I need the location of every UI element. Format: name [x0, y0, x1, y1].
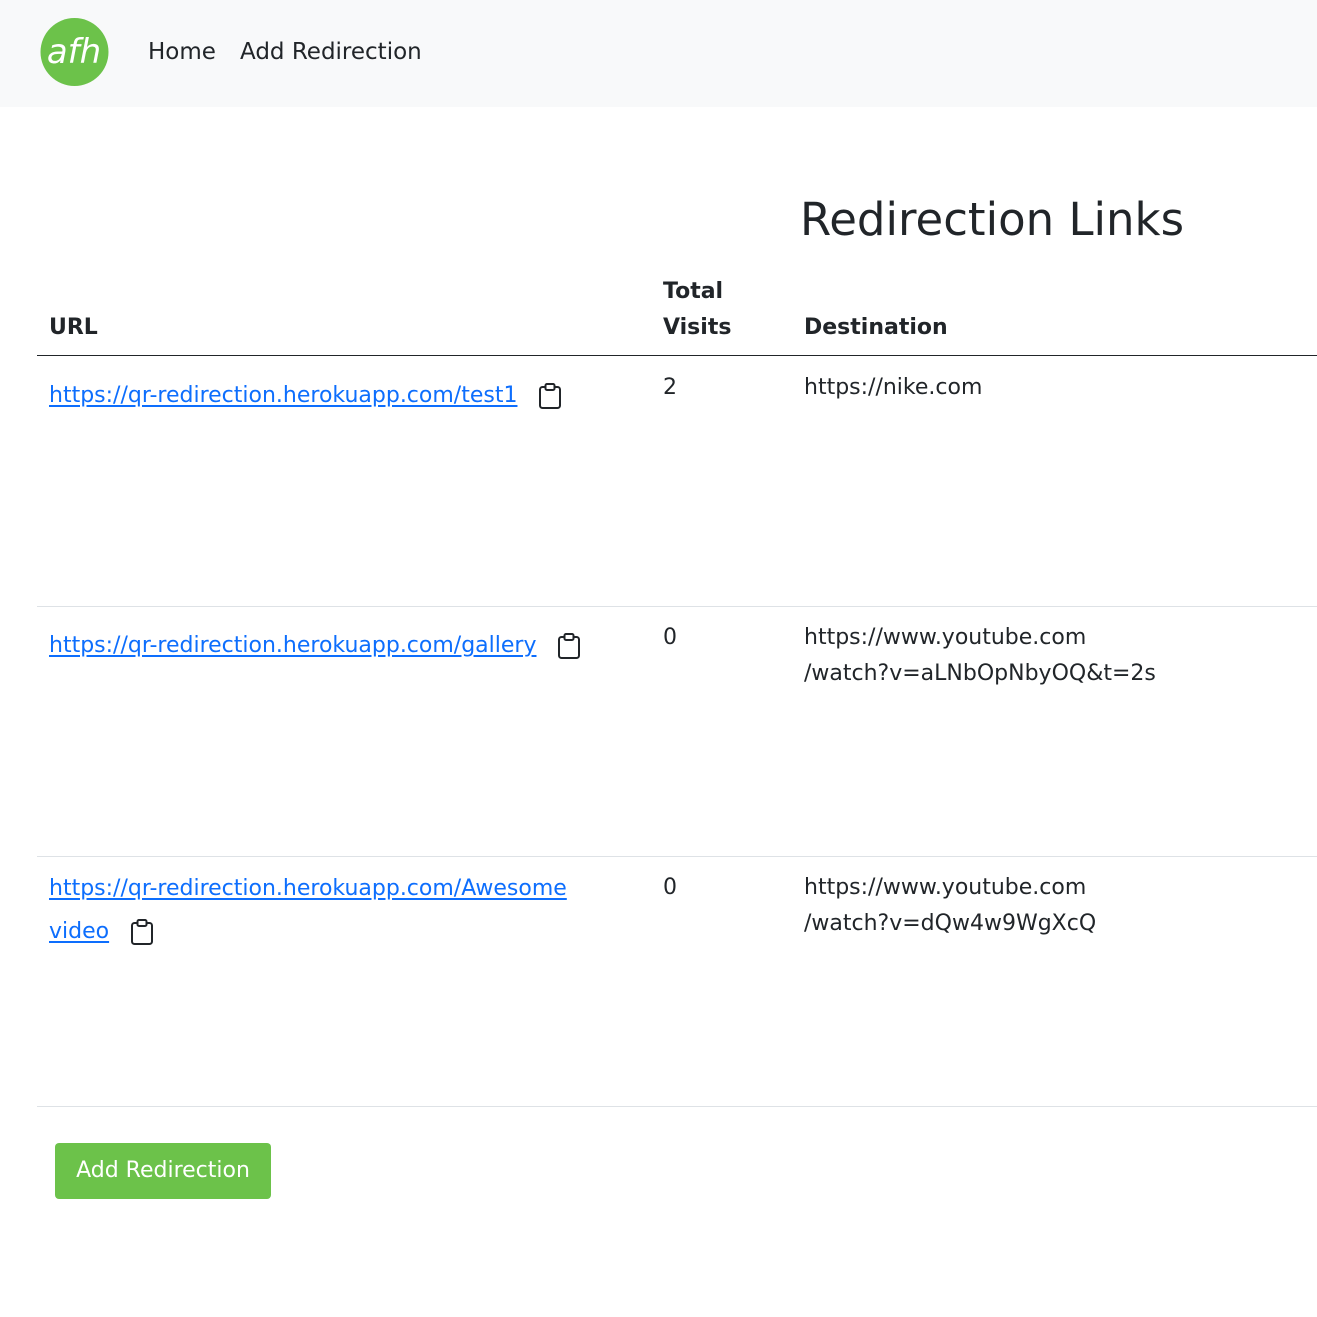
destination-value: https://www.youtube.com /watch?v=aLNbOpN… — [804, 625, 1156, 686]
column-header-total-visits-line2: Visits — [663, 315, 732, 340]
clipboard-icon[interactable] — [556, 632, 582, 660]
row-divider — [37, 1106, 1317, 1107]
table-row-url-cell: https://qr-redirection.herokuapp.com/tes… — [49, 374, 609, 417]
row-divider — [37, 856, 1317, 857]
clipboard-icon[interactable] — [129, 918, 155, 946]
redirect-url-link[interactable]: https://qr-redirection.herokuapp.com/tes… — [49, 383, 517, 408]
table-row-url-cell: https://qr-redirection.herokuapp.com/gal… — [49, 624, 609, 667]
page-title: Redirection Links — [800, 193, 1185, 246]
total-visits-value: 0 — [663, 875, 677, 900]
destination-value: https://www.youtube.com /watch?v=dQw4w9W… — [804, 875, 1097, 936]
destination-value: https://nike.com — [804, 375, 983, 400]
column-header-url: URL — [49, 315, 98, 340]
navbar: afh Home Add Redirection — [0, 0, 1317, 107]
clipboard-icon[interactable] — [537, 382, 563, 410]
column-header-destination: Destination — [804, 315, 948, 340]
nav-add-redirection-link[interactable]: Add Redirection — [240, 37, 422, 67]
column-header-total-visits: Total Visits — [663, 274, 731, 346]
table-row-url-cell: https://qr-redirection.herokuapp.com/Awe… — [49, 867, 609, 953]
redirect-url-line2: video — [49, 919, 110, 944]
total-visits-value: 2 — [663, 375, 677, 400]
afh-logo[interactable]: afh — [40, 18, 109, 86]
add-redirection-button[interactable]: Add Redirection — [55, 1143, 271, 1199]
redirect-url-link[interactable]: https://qr-redirection.herokuapp.com/gal… — [49, 633, 536, 658]
nav-home-link[interactable]: Home — [148, 37, 216, 67]
redirect-url-link[interactable]: https://qr-redirection.herokuapp.com/Awe… — [49, 876, 567, 944]
column-header-total-visits-line1: Total — [663, 279, 724, 304]
total-visits-value: 0 — [663, 625, 677, 650]
logo-text: afh — [47, 32, 101, 72]
table-header-divider — [37, 355, 1317, 356]
row-divider — [37, 606, 1317, 607]
redirect-url-line1: https://qr-redirection.herokuapp.com/Awe… — [49, 876, 567, 901]
